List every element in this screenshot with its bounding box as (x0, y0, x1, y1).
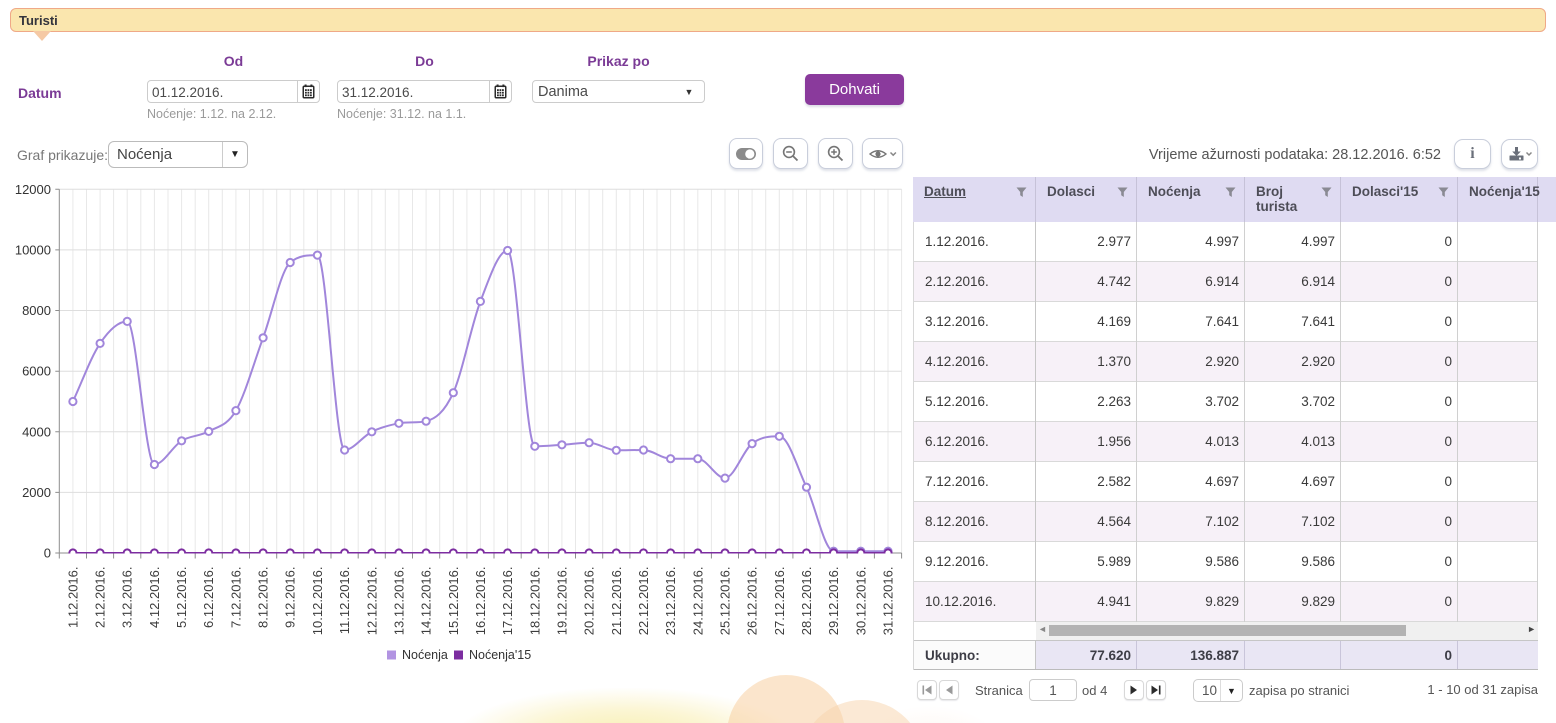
svg-text:14.12.2016.: 14.12.2016. (419, 567, 434, 636)
svg-text:2.12.2016.: 2.12.2016. (93, 567, 108, 628)
svg-text:27.12.2016.: 27.12.2016. (772, 567, 787, 636)
svg-text:22.12.2016.: 22.12.2016. (636, 567, 651, 636)
svg-text:7.12.2016.: 7.12.2016. (228, 567, 243, 628)
svg-text:28.12.2016.: 28.12.2016. (799, 567, 814, 636)
svg-text:9.12.2016.: 9.12.2016. (283, 567, 298, 628)
svg-text:5.12.2016.: 5.12.2016. (174, 567, 189, 628)
svg-text:24.12.2016.: 24.12.2016. (690, 567, 705, 636)
svg-text:15.12.2016.: 15.12.2016. (446, 567, 461, 636)
svg-text:8.12.2016.: 8.12.2016. (256, 567, 271, 628)
svg-text:13.12.2016.: 13.12.2016. (391, 567, 406, 636)
svg-text:Noćenja'15: Noćenja'15 (469, 648, 531, 662)
svg-text:30.12.2016.: 30.12.2016. (853, 567, 868, 636)
svg-text:16.12.2016.: 16.12.2016. (473, 567, 488, 636)
svg-text:21.12.2016.: 21.12.2016. (609, 567, 624, 636)
svg-text:4000: 4000 (22, 424, 51, 439)
svg-text:12000: 12000 (15, 182, 51, 197)
svg-text:26.12.2016.: 26.12.2016. (745, 567, 760, 636)
svg-text:29.12.2016.: 29.12.2016. (826, 567, 841, 636)
svg-text:20.12.2016.: 20.12.2016. (582, 567, 597, 636)
svg-text:23.12.2016.: 23.12.2016. (663, 567, 678, 636)
svg-text:11.12.2016.: 11.12.2016. (337, 567, 352, 635)
svg-text:17.12.2016.: 17.12.2016. (500, 567, 515, 636)
svg-text:8000: 8000 (22, 303, 51, 318)
svg-text:6000: 6000 (22, 364, 51, 379)
svg-text:12.12.2016.: 12.12.2016. (364, 567, 379, 636)
svg-text:1.12.2016.: 1.12.2016. (65, 567, 80, 628)
svg-text:0: 0 (44, 546, 51, 561)
svg-text:10.12.2016.: 10.12.2016. (310, 567, 325, 636)
svg-text:18.12.2016.: 18.12.2016. (527, 567, 542, 636)
svg-text:31.12.2016.: 31.12.2016. (881, 567, 896, 636)
svg-text:10000: 10000 (15, 242, 51, 257)
svg-text:2000: 2000 (22, 485, 51, 500)
svg-text:19.12.2016.: 19.12.2016. (554, 567, 569, 636)
svg-text:Noćenja: Noćenja (402, 648, 448, 662)
svg-text:3.12.2016.: 3.12.2016. (120, 567, 135, 628)
svg-text:4.12.2016.: 4.12.2016. (147, 567, 162, 628)
svg-text:6.12.2016.: 6.12.2016. (201, 567, 216, 628)
svg-text:25.12.2016.: 25.12.2016. (718, 567, 733, 636)
